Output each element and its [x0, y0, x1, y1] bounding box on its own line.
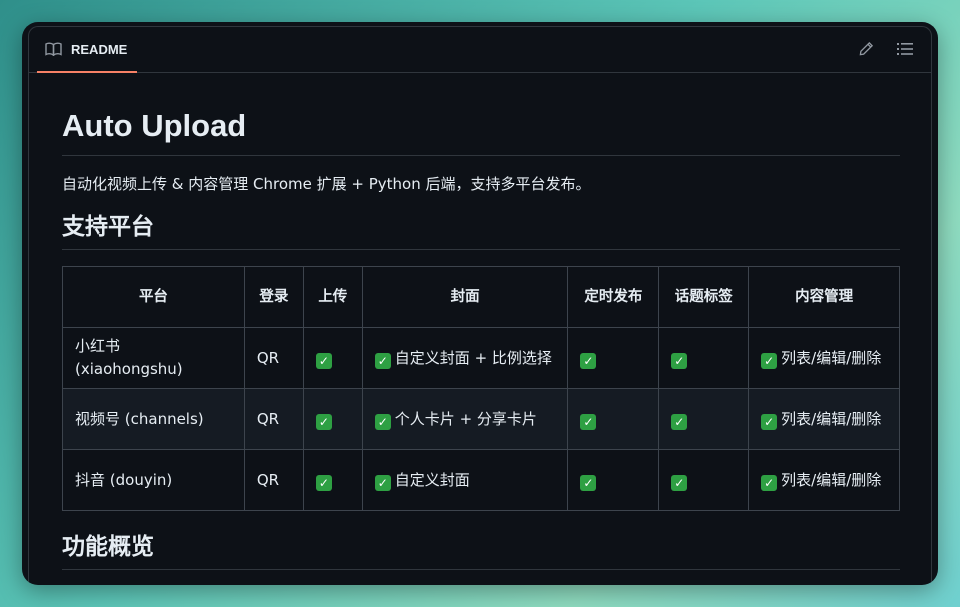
check-icon: ✓ [761, 413, 778, 430]
column-header: 登录 [243, 266, 304, 328]
upload-cell: ✓ [302, 327, 363, 389]
project-description: 自动化视频上传 & 内容管理 Chrome 扩展 + Python 后端，支持多… [62, 175, 591, 193]
check-icon: ✓ [671, 474, 688, 491]
tab-label: README [71, 41, 128, 57]
book-icon [45, 42, 63, 56]
table-row: 小红书 (xiaohongshu) QR ✓ ✓ 自定义封面 + 比例选择 ✓ ✓… [62, 327, 900, 389]
schedule-cell: ✓ [567, 449, 660, 511]
column-header: 封面 [361, 266, 569, 328]
platform-cell: 抖音 (douyin) [62, 449, 245, 511]
table-header-row: 平台 登录 上传 封面 定时发布 话题标签 内容管理 [62, 266, 900, 328]
check-icon: ✓ [761, 352, 778, 369]
column-header: 定时发布 [567, 266, 660, 328]
schedule-cell: ✓ [567, 327, 660, 389]
column-header: 上传 [302, 266, 363, 328]
check-icon: ✓ [580, 413, 597, 430]
upload-cell: ✓ [302, 388, 363, 450]
check-icon: ✓ [315, 413, 332, 430]
readme-window: README Auto Upload 自动化视频上传 & 内容管理 Chrome… [22, 22, 938, 585]
outline-button[interactable] [895, 40, 915, 60]
check-icon: ✓ [671, 413, 688, 430]
readme-content: Auto Upload 自动化视频上传 & 内容管理 Chrome 扩展 + P… [62, 73, 900, 570]
cover-cell: ✓ 个人卡片 + 分享卡片 [361, 388, 569, 450]
check-icon: ✓ [671, 352, 688, 369]
cover-cell: ✓ 自定义封面 [361, 449, 569, 511]
check-icon: ✓ [580, 474, 597, 491]
check-icon: ✓ [374, 474, 391, 491]
platform-cell: 视频号 (channels) [62, 388, 245, 450]
readme-header: README [29, 27, 931, 73]
tags-cell: ✓ [658, 388, 750, 450]
check-icon: ✓ [580, 352, 597, 369]
check-icon: ✓ [761, 474, 778, 491]
login-cell: QR [243, 327, 304, 389]
manage-cell: ✓ 列表/编辑/删除 [748, 327, 900, 389]
upload-cell: ✓ [302, 449, 363, 511]
manage-cell: ✓ 列表/编辑/删除 [748, 388, 900, 450]
platform-table: 平台 登录 上传 封面 定时发布 话题标签 内容管理 小红书 (xiaohong… [62, 266, 900, 511]
check-icon: ✓ [374, 413, 391, 430]
schedule-cell: ✓ [567, 388, 660, 450]
table-row: 抖音 (douyin) QR ✓ ✓ 自定义封面 ✓ ✓ ✓ 列表/编辑/删除 [62, 449, 900, 511]
platform-cell: 小红书 (xiaohongshu) [62, 327, 245, 389]
column-header: 话题标签 [658, 266, 750, 328]
section-heading-platforms: 支持平台 [62, 211, 900, 250]
column-header: 平台 [62, 266, 245, 328]
login-cell: QR [243, 388, 304, 450]
section-heading-features: 功能概览 [62, 531, 900, 570]
check-icon: ✓ [315, 474, 332, 491]
tab-readme[interactable]: README [37, 27, 137, 73]
check-icon: ✓ [374, 352, 391, 369]
tags-cell: ✓ [658, 449, 750, 511]
manage-cell: ✓ 列表/编辑/删除 [748, 449, 900, 511]
page-title: Auto Upload [62, 107, 900, 156]
readme-panel: README Auto Upload 自动化视频上传 & 内容管理 Chrome… [28, 26, 932, 585]
edit-button[interactable] [856, 40, 876, 60]
cover-cell: ✓ 自定义封面 + 比例选择 [361, 327, 569, 389]
table-row: 视频号 (channels) QR ✓ ✓ 个人卡片 + 分享卡片 ✓ ✓ ✓ 列表… [62, 388, 900, 450]
tags-cell: ✓ [658, 327, 750, 389]
list-icon [897, 41, 913, 60]
pencil-icon [859, 41, 874, 60]
check-icon: ✓ [315, 352, 332, 369]
column-header: 内容管理 [748, 266, 900, 328]
login-cell: QR [243, 449, 304, 511]
